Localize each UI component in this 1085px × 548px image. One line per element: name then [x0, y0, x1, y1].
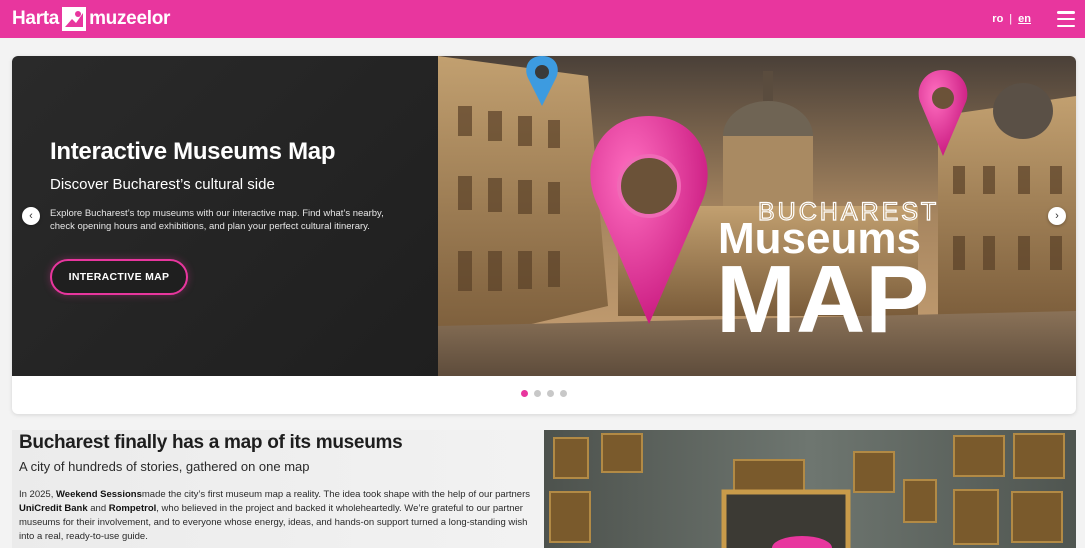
carousel-indicators — [12, 390, 1076, 397]
hero-carousel: Interactive Museums Map Discover Buchare… — [12, 56, 1076, 414]
carousel-next-button[interactable]: › — [1048, 207, 1066, 225]
intro-section: Bucharest finally has a map of its museu… — [12, 430, 1076, 548]
interactive-map-button[interactable]: INTERACTIVE MAP — [50, 259, 188, 295]
intro-title: Bucharest finally has a map of its museu… — [19, 432, 403, 453]
museum-gallery-illustration — [544, 430, 1076, 548]
intro-body-text: made the city’s first museum map a reali… — [141, 489, 530, 500]
rompetrol-name: Rompetrol — [108, 503, 157, 514]
hero-title: Interactive Museums Map — [50, 138, 336, 165]
hamburger-bar — [1057, 11, 1075, 14]
hamburger-menu-icon[interactable] — [1057, 11, 1075, 27]
carousel-prev-button[interactable]: ‹ — [22, 207, 40, 225]
header-controls: ro | en — [988, 11, 1075, 27]
image-text-map: MAP — [716, 246, 929, 353]
intro-body-text: and — [87, 503, 109, 514]
intro-text-panel: Bucharest finally has a map of its museu… — [12, 430, 544, 548]
site-logo[interactable]: Harta muzeelor — [12, 7, 170, 31]
hamburger-bar — [1057, 17, 1075, 21]
carousel-dot-4[interactable] — [560, 390, 567, 397]
map-logo-icon — [62, 7, 87, 31]
hamburger-bar — [1057, 24, 1075, 27]
logo-text-right: muzeelor — [89, 8, 171, 29]
carousel-dot-2[interactable] — [534, 390, 541, 397]
hero-description: Explore Bucharest’s top museums with our… — [50, 208, 384, 232]
hero-image: BUCHAREST Museums MAP — [438, 56, 1076, 376]
lang-separator: | — [1009, 13, 1013, 25]
museums-map-illustration: BUCHAREST Museums MAP — [438, 56, 1076, 376]
intro-body-text: In 2025, — [19, 489, 56, 500]
weekend-sessions-name: Weekend Sessions — [55, 489, 142, 500]
site-header: Harta muzeelor ro | en — [0, 0, 1085, 38]
carousel-dot-1[interactable] — [521, 390, 528, 397]
intro-body: In 2025, Weekend Sessionsmade the city’s… — [19, 488, 539, 544]
unicredit-bank-name: UniCredit Bank — [19, 503, 88, 514]
carousel-dot-3[interactable] — [547, 390, 554, 397]
lang-ro-link[interactable]: ro — [988, 13, 1007, 25]
hero-subtitle: Discover Bucharest’s cultural side — [50, 176, 275, 193]
logo-text-left: Harta — [12, 8, 60, 29]
intro-subtitle: A city of hundreds of stories, gathered … — [19, 459, 310, 474]
hero-text-panel: Interactive Museums Map Discover Buchare… — [12, 56, 438, 376]
lang-en-link[interactable]: en — [1014, 13, 1035, 25]
gallery-image — [544, 430, 1076, 548]
